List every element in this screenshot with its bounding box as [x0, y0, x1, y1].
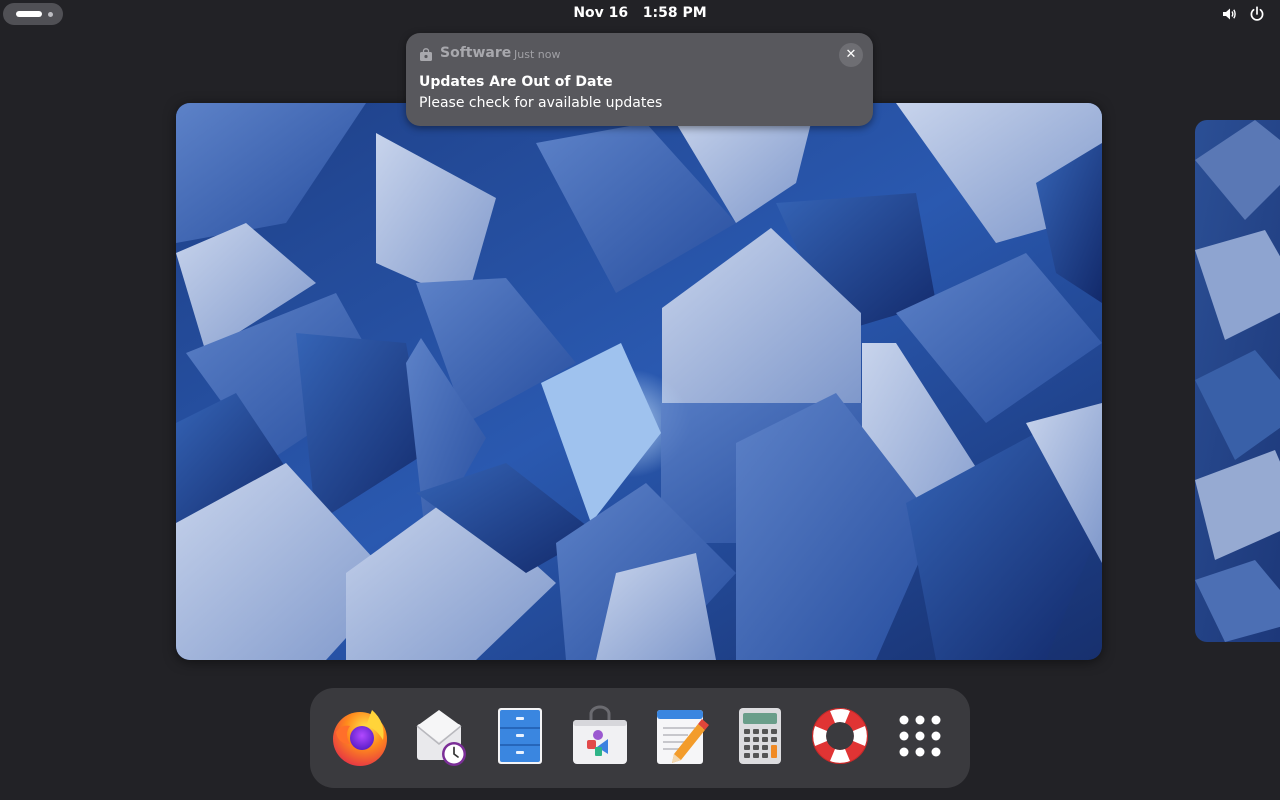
software-store-icon[interactable]	[568, 704, 632, 768]
close-icon[interactable]: ✕	[839, 43, 863, 67]
workspace-indicator-active	[16, 11, 42, 17]
activities-button[interactable]	[3, 3, 63, 25]
notification-title: Updates Are Out of Date	[419, 74, 613, 90]
software-icon	[419, 47, 433, 61]
notification-banner[interactable]: Software Just now ✕ Updates Are Out of D…	[406, 33, 873, 126]
dash	[310, 688, 970, 788]
power-icon[interactable]	[1249, 6, 1265, 22]
firefox-icon[interactable]	[328, 704, 392, 768]
volume-icon[interactable]	[1221, 6, 1237, 22]
workspace-indicator-inactive	[48, 12, 53, 17]
text-editor-icon[interactable]	[648, 704, 712, 768]
workspace-thumbnail[interactable]	[176, 103, 1102, 660]
evolution-mail-icon[interactable]	[408, 704, 472, 768]
top-bar: Nov 16 1:58 PM	[0, 0, 1280, 28]
wallpaper	[176, 103, 1102, 660]
calculator-icon[interactable]	[728, 704, 792, 768]
clock-date: Nov 16	[573, 5, 629, 21]
clock-button[interactable]: Nov 16 1:58 PM	[540, 5, 740, 21]
files-icon[interactable]	[488, 704, 552, 768]
help-lifebuoy-icon[interactable]	[808, 704, 872, 768]
show-apps-grid-icon[interactable]	[888, 704, 952, 768]
notification-body: Please check for available updates	[419, 95, 663, 111]
next-workspace-thumbnail[interactable]	[1195, 120, 1280, 642]
clock-time: 1:58 PM	[642, 5, 707, 21]
notification-time: Just now	[514, 48, 561, 61]
notification-app-name: Software	[440, 45, 512, 61]
